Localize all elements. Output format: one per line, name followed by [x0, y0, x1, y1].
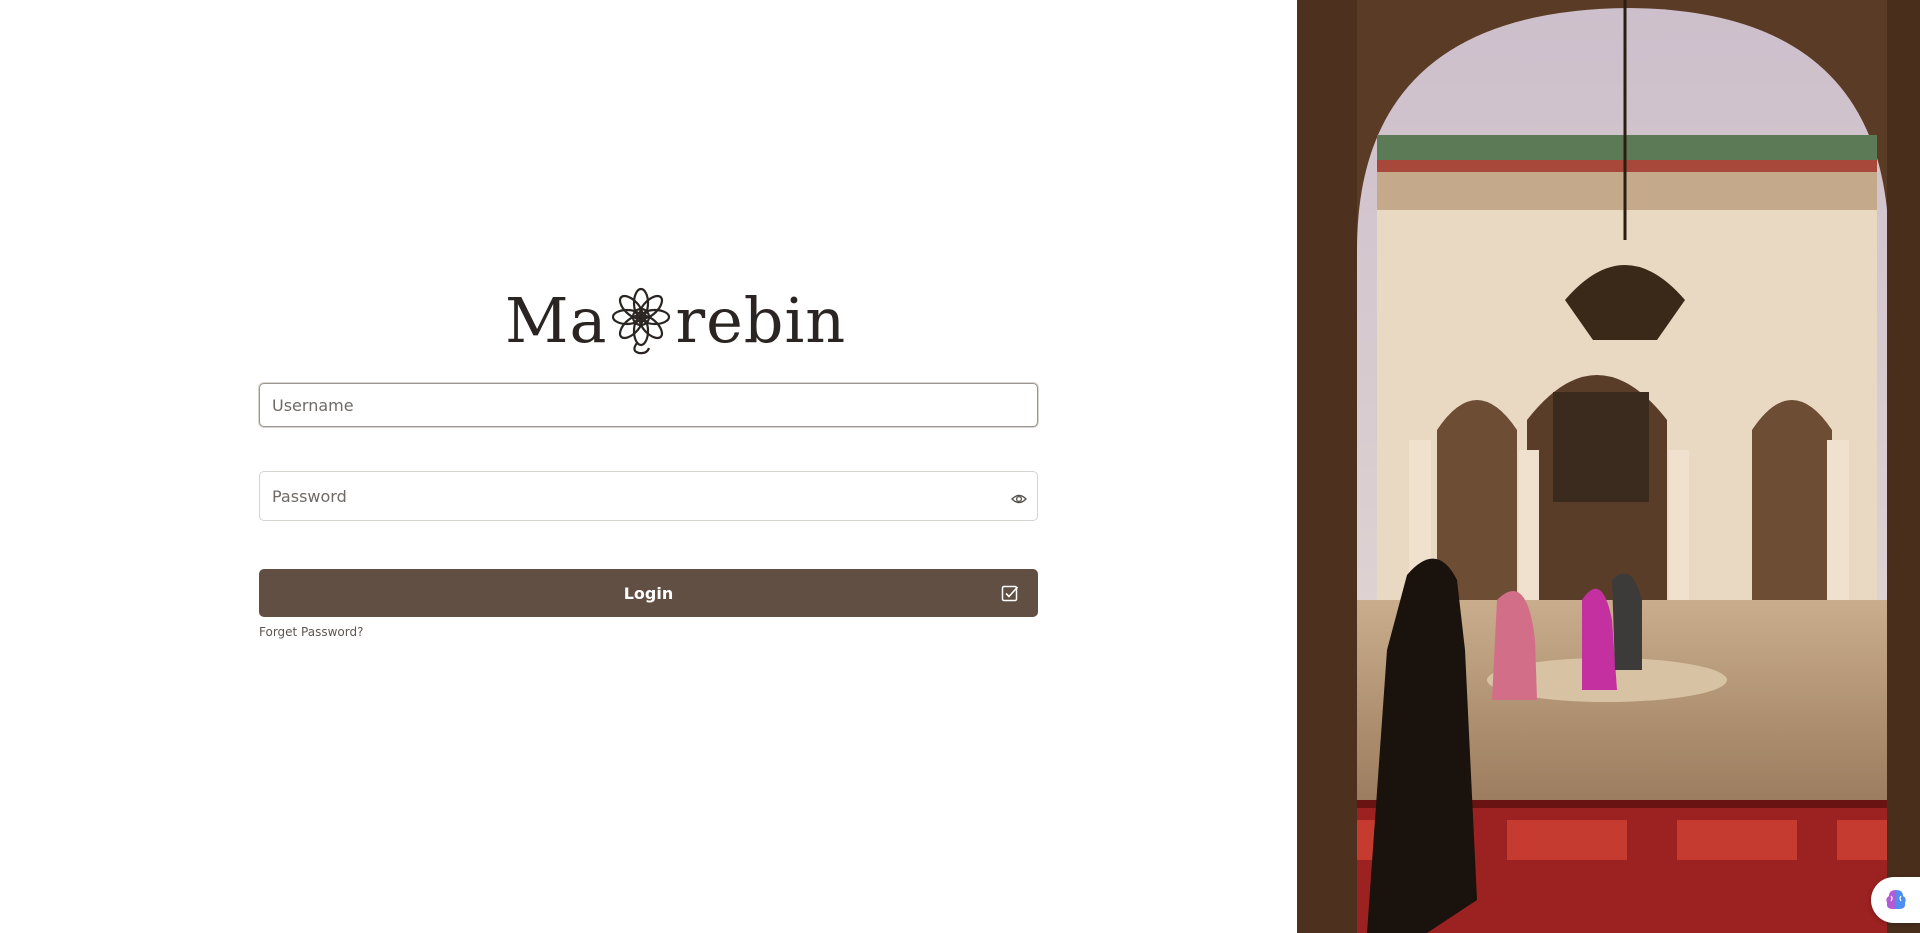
username-input[interactable]	[260, 384, 1037, 426]
logo-text-right: rebin	[675, 283, 847, 357]
username-field[interactable]	[259, 383, 1038, 427]
password-field[interactable]	[259, 471, 1038, 521]
login-page: Ma rebin Username Login Forget Password?	[0, 0, 1920, 933]
eye-icon[interactable]	[1011, 493, 1027, 505]
assistant-button[interactable]	[1871, 877, 1920, 923]
hero-photo	[1297, 0, 1920, 933]
password-input[interactable]	[260, 472, 1037, 520]
brain-icon	[1883, 887, 1909, 913]
login-button-label: Login	[623, 583, 674, 603]
brand-logo: Ma rebin	[505, 282, 845, 358]
forgot-password-link[interactable]: Forget Password?	[259, 625, 363, 639]
login-panel: Ma rebin Username Login Forget Password?	[0, 0, 1297, 933]
checkbox-icon	[1001, 584, 1019, 602]
rosette-icon	[609, 285, 673, 355]
courtyard-photo	[1297, 0, 1920, 933]
login-button[interactable]: Login	[259, 569, 1038, 617]
logo-text-left: Ma	[505, 283, 608, 357]
